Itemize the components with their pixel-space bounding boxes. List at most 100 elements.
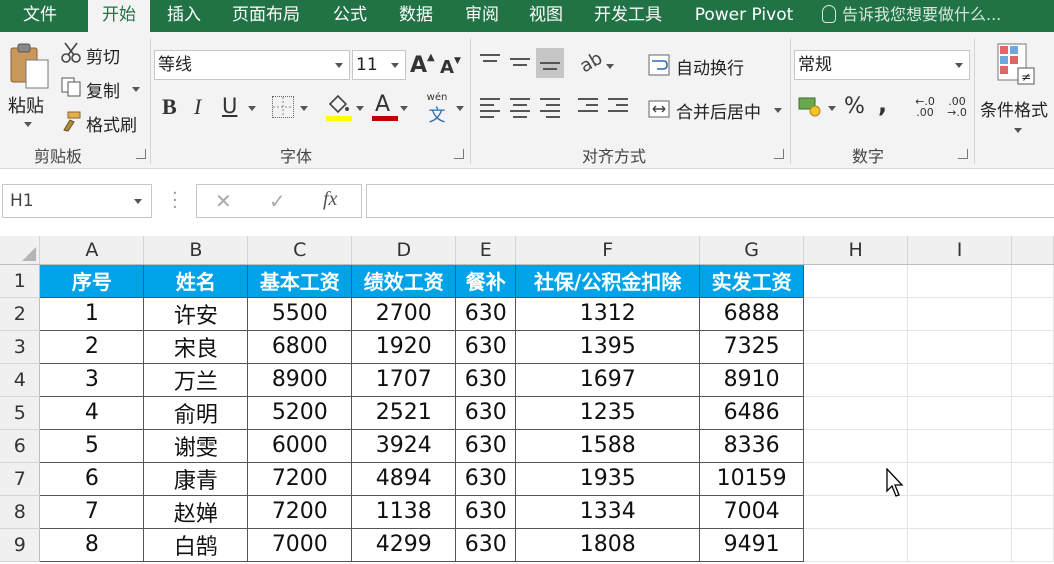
increase-decimal-button[interactable]: ←.0 .00 (910, 96, 940, 118)
table-cell[interactable]: 谢雯 (143, 428, 249, 463)
table-header-cell[interactable]: 序号 (39, 263, 145, 298)
table-cell[interactable]: 6888 (699, 296, 805, 331)
table-cell[interactable]: 630 (455, 494, 517, 529)
table-cell[interactable]: 2700 (351, 296, 457, 331)
table-cell[interactable]: 1395 (515, 329, 701, 364)
tab-review[interactable]: 审阅 (454, 0, 510, 32)
column-header-a[interactable]: A (39, 236, 145, 265)
paste-dropdown-icon[interactable] (24, 122, 32, 127)
column-header-f[interactable]: F (515, 236, 701, 265)
table-cell[interactable]: 630 (455, 461, 517, 496)
paste-button[interactable]: 粘贴 (4, 40, 52, 136)
empty-cell[interactable] (803, 528, 909, 562)
align-left-button[interactable] (480, 98, 500, 122)
empty-cell[interactable] (907, 495, 1012, 529)
table-cell[interactable]: 630 (455, 395, 517, 430)
tab-view[interactable]: 视图 (518, 0, 574, 32)
align-right-button[interactable] (540, 98, 560, 122)
row-header[interactable]: 6 (0, 429, 41, 463)
alignment-launcher-icon[interactable] (774, 149, 784, 159)
underline-dropdown-icon[interactable] (248, 106, 256, 111)
table-cell[interactable]: 7200 (247, 494, 353, 529)
cut-button[interactable]: 剪切 (58, 40, 128, 68)
wrap-text-button[interactable]: 自动换行 (648, 50, 758, 80)
row-header[interactable]: 5 (0, 396, 41, 430)
empty-cell[interactable] (803, 429, 909, 463)
orientation-button[interactable]: ab (576, 48, 606, 77)
comma-style-button[interactable]: , (878, 90, 887, 118)
table-cell[interactable]: 5200 (247, 395, 353, 430)
table-cell[interactable]: 630 (455, 428, 517, 463)
row-header[interactable]: 8 (0, 495, 41, 529)
table-cell[interactable]: 1235 (515, 395, 701, 430)
orientation-dropdown-icon[interactable] (606, 64, 614, 69)
row-header[interactable]: 1 (0, 264, 41, 298)
table-cell[interactable]: 4 (39, 395, 145, 430)
insert-function-icon[interactable]: fx (323, 188, 337, 211)
empty-cell[interactable] (1011, 528, 1054, 562)
table-cell[interactable]: 7000 (247, 527, 353, 562)
table-cell[interactable]: 6486 (699, 395, 805, 430)
column-header-overflow[interactable] (1011, 236, 1054, 265)
table-header-cell[interactable]: 社保/公积金扣除 (515, 263, 701, 298)
tab-developer[interactable]: 开发工具 (584, 0, 672, 32)
table-header-cell[interactable]: 绩效工资 (351, 263, 457, 298)
table-cell[interactable]: 俞明 (143, 395, 249, 430)
table-cell[interactable]: 1920 (351, 329, 457, 364)
empty-cell[interactable] (1011, 429, 1054, 463)
table-cell[interactable]: 7200 (247, 461, 353, 496)
copy-button[interactable]: 复制 (58, 74, 144, 102)
table-cell[interactable]: 630 (455, 527, 517, 562)
font-name-combo[interactable]: 等线 (154, 50, 350, 80)
table-cell[interactable]: 1707 (351, 362, 457, 397)
table-cell[interactable]: 5 (39, 428, 145, 463)
row-header[interactable]: 7 (0, 462, 41, 496)
tab-data[interactable]: 数据 (388, 0, 444, 32)
table-cell[interactable]: 630 (455, 329, 517, 364)
table-cell[interactable]: 4299 (351, 527, 457, 562)
empty-cell[interactable] (1011, 330, 1054, 364)
phonetic-dropdown-icon[interactable] (456, 106, 464, 111)
row-header[interactable]: 9 (0, 528, 41, 562)
table-header-cell[interactable]: 基本工资 (247, 263, 353, 298)
empty-cell[interactable] (907, 264, 1012, 298)
clipboard-launcher-icon[interactable] (136, 149, 146, 159)
empty-cell[interactable] (907, 330, 1012, 364)
table-cell[interactable]: 许安 (143, 296, 249, 331)
table-cell[interactable]: 1808 (515, 527, 701, 562)
empty-cell[interactable] (907, 297, 1012, 331)
increase-font-size-button[interactable]: A▲ (410, 52, 435, 78)
table-cell[interactable]: 7004 (699, 494, 805, 529)
table-cell[interactable]: 1334 (515, 494, 701, 529)
table-header-cell[interactable]: 姓名 (143, 263, 249, 298)
align-top-button[interactable] (480, 54, 500, 66)
table-cell[interactable]: 630 (455, 296, 517, 331)
table-cell[interactable]: 7325 (699, 329, 805, 364)
tab-file[interactable]: 文件 (0, 0, 80, 32)
table-cell[interactable]: 8336 (699, 428, 805, 463)
italic-button[interactable]: I (194, 94, 201, 120)
table-cell[interactable]: 1312 (515, 296, 701, 331)
percent-style-button[interactable]: % (844, 94, 865, 119)
empty-cell[interactable] (907, 462, 1012, 496)
formula-bar-grip-icon[interactable]: · · · (172, 185, 178, 217)
empty-cell[interactable] (803, 297, 909, 331)
column-header-h[interactable]: H (803, 236, 909, 265)
bold-button[interactable]: B (162, 94, 177, 120)
underline-button[interactable]: U (222, 94, 237, 118)
table-cell[interactable]: 6800 (247, 329, 353, 364)
borders-button[interactable] (272, 96, 294, 118)
number-launcher-icon[interactable] (958, 149, 968, 159)
tab-formulas[interactable]: 公式 (322, 0, 378, 32)
empty-cell[interactable] (1011, 264, 1054, 298)
font-launcher-icon[interactable] (454, 149, 464, 159)
table-cell[interactable]: 赵婵 (143, 494, 249, 529)
column-header-d[interactable]: D (351, 236, 457, 265)
font-color-button[interactable]: A (372, 92, 398, 122)
empty-cell[interactable] (907, 528, 1012, 562)
table-cell[interactable]: 630 (455, 362, 517, 397)
decrease-decimal-button[interactable]: .00 →.0 (942, 96, 972, 118)
column-header-b[interactable]: B (143, 236, 249, 265)
conditional-format-button[interactable]: ≠ 条件格式 (978, 40, 1054, 140)
table-cell[interactable]: 7 (39, 494, 145, 529)
